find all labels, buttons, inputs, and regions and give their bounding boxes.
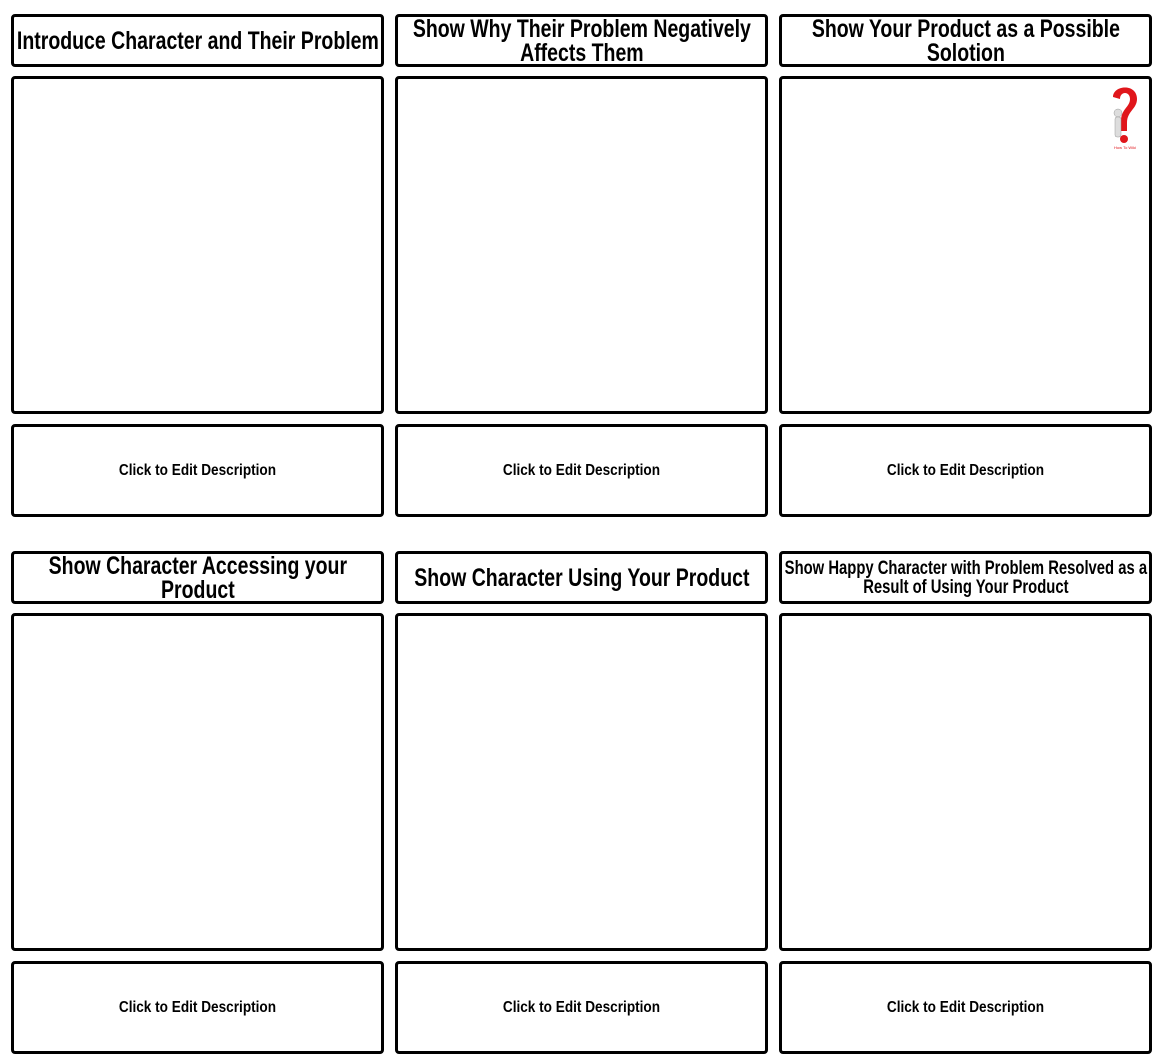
image-panel[interactable] bbox=[11, 613, 384, 951]
description-box[interactable]: Click to Edit Description bbox=[395, 424, 768, 517]
description-box[interactable]: Click to Edit Description bbox=[11, 424, 384, 517]
cell-title[interactable]: Show Character Using Your Product bbox=[395, 551, 768, 604]
how-to-wiki-logo-icon: How To Wiki bbox=[1113, 87, 1137, 150]
svg-text:How To Wiki: How To Wiki bbox=[1114, 145, 1136, 150]
description-text: Click to Edit Description bbox=[118, 461, 277, 479]
image-panel[interactable]: How To Wiki bbox=[779, 76, 1152, 414]
description-text: Click to Edit Description bbox=[886, 998, 1045, 1016]
cell-title[interactable]: Introduce Character and Their Problem bbox=[11, 14, 384, 67]
title-text: Show Character Using Your Product bbox=[413, 563, 750, 592]
title-text: Show Happy Character with Problem Resolv… bbox=[784, 557, 1147, 598]
description-box[interactable]: Click to Edit Description bbox=[779, 961, 1152, 1054]
title-text: Introduce Character and Their Problem bbox=[16, 26, 379, 55]
image-panel[interactable] bbox=[11, 76, 384, 414]
description-box[interactable]: Click to Edit Description bbox=[395, 961, 768, 1054]
description-box[interactable]: Click to Edit Description bbox=[11, 961, 384, 1054]
image-panel[interactable] bbox=[395, 613, 768, 951]
cell-title[interactable]: Show Character Accessing your Product bbox=[11, 551, 384, 604]
cell-title[interactable]: Show Why Their Problem Negatively Affect… bbox=[395, 14, 768, 67]
title-text: Show Your Product as a Possible Solotion bbox=[811, 14, 1120, 67]
title-text: Show Character Accessing your Product bbox=[48, 551, 347, 604]
description-box[interactable]: Click to Edit Description bbox=[779, 424, 1152, 517]
description-text: Click to Edit Description bbox=[886, 461, 1045, 479]
cell-title[interactable]: Show Happy Character with Problem Resolv… bbox=[779, 551, 1152, 604]
title-text: Show Why Their Problem Negatively Affect… bbox=[412, 14, 751, 67]
image-panel[interactable] bbox=[779, 613, 1152, 951]
description-text: Click to Edit Description bbox=[502, 461, 661, 479]
description-text: Click to Edit Description bbox=[502, 998, 661, 1016]
image-panel[interactable] bbox=[395, 76, 768, 414]
description-text: Click to Edit Description bbox=[118, 998, 277, 1016]
cell-title[interactable]: Show Your Product as a Possible Solotion bbox=[779, 14, 1152, 67]
